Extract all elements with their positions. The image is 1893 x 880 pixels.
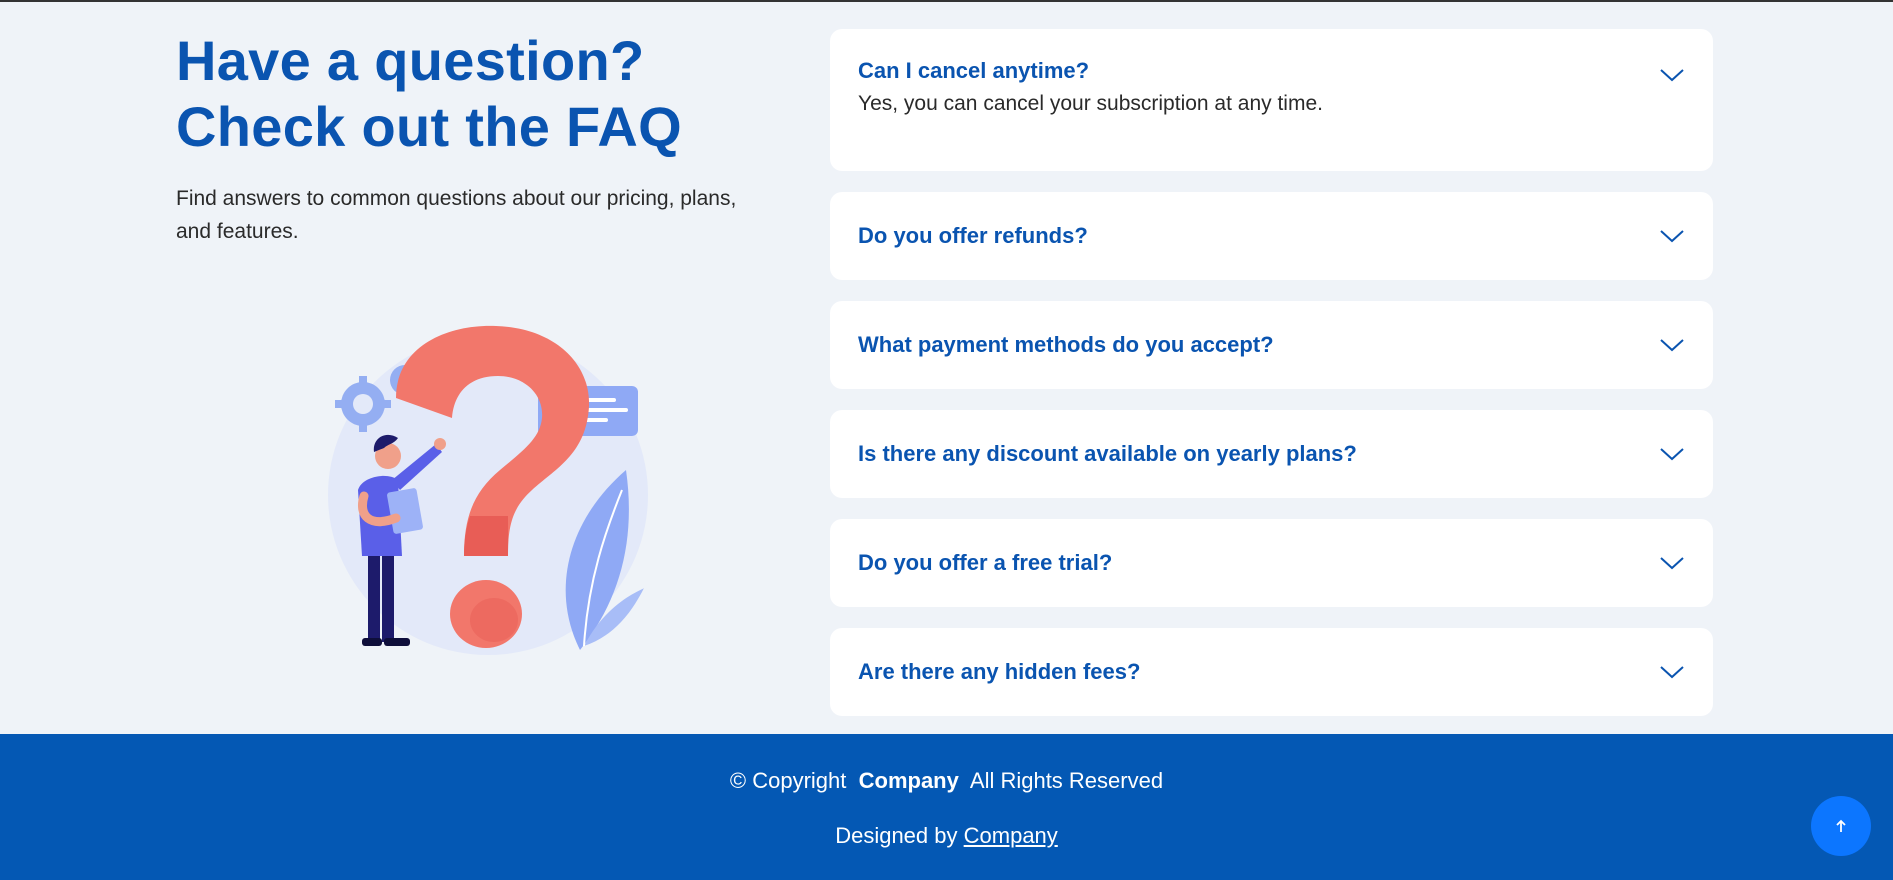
chevron-down-icon[interactable] <box>1659 228 1685 244</box>
copyright-text: © Copyright Company All Rights Reserved <box>0 768 1893 794</box>
faq-list: Can I cancel anytime? Yes, you can cance… <box>830 29 1713 737</box>
chevron-down-icon[interactable] <box>1659 446 1685 462</box>
faq-item-free-trial[interactable]: Do you offer a free trial? <box>830 519 1713 607</box>
faq-item-yearly-discount[interactable]: Is there any discount available on yearl… <box>830 410 1713 498</box>
copyright-prefix: © Copyright <box>729 768 847 793</box>
company-name: Company <box>858 768 959 793</box>
faq-question[interactable]: Is there any discount available on yearl… <box>858 440 1357 468</box>
designer-link[interactable]: Company <box>964 823 1058 848</box>
faq-intro-text: Find answers to common questions about o… <box>176 187 737 243</box>
heading-line-2: Check out the FAQ <box>176 95 683 158</box>
chevron-down-icon[interactable] <box>1659 664 1685 680</box>
faq-item-payment-methods[interactable]: What payment methods do you accept? <box>830 301 1713 389</box>
question-mark-illustration <box>328 325 648 655</box>
footer: © Copyright Company All Rights Reserved … <box>0 734 1893 880</box>
faq-question[interactable]: Can I cancel anytime? <box>858 57 1089 85</box>
chevron-down-icon[interactable] <box>1659 337 1685 353</box>
chevron-down-icon[interactable] <box>1659 555 1685 571</box>
page-title: Have a question? Check out the FAQ <box>176 28 682 160</box>
faq-item-hidden-fees[interactable]: Are there any hidden fees? <box>830 628 1713 716</box>
faq-question[interactable]: Are there any hidden fees? <box>858 658 1140 686</box>
designed-by-label: Designed by <box>835 823 958 848</box>
faq-item-refunds[interactable]: Do you offer refunds? <box>830 192 1713 280</box>
faq-section: Have a question? Check out the FAQ Find … <box>0 2 1893 734</box>
scroll-to-top-button[interactable] <box>1811 796 1871 856</box>
faq-question[interactable]: Do you offer refunds? <box>858 222 1088 250</box>
arrow-up-icon <box>1836 819 1846 832</box>
rights-text: All Rights Reserved <box>969 768 1164 793</box>
designed-by-text: Designed by Company <box>0 823 1893 849</box>
faq-answer: Yes, you can cancel your subscription at… <box>858 92 1323 115</box>
faq-question[interactable]: Do you offer a free trial? <box>858 549 1112 577</box>
heading-line-1: Have a question? <box>176 29 645 92</box>
faq-question[interactable]: What payment methods do you accept? <box>858 331 1274 359</box>
chevron-down-icon[interactable] <box>1659 67 1685 83</box>
faq-item-cancel-anytime[interactable]: Can I cancel anytime? Yes, you can cance… <box>830 29 1713 171</box>
